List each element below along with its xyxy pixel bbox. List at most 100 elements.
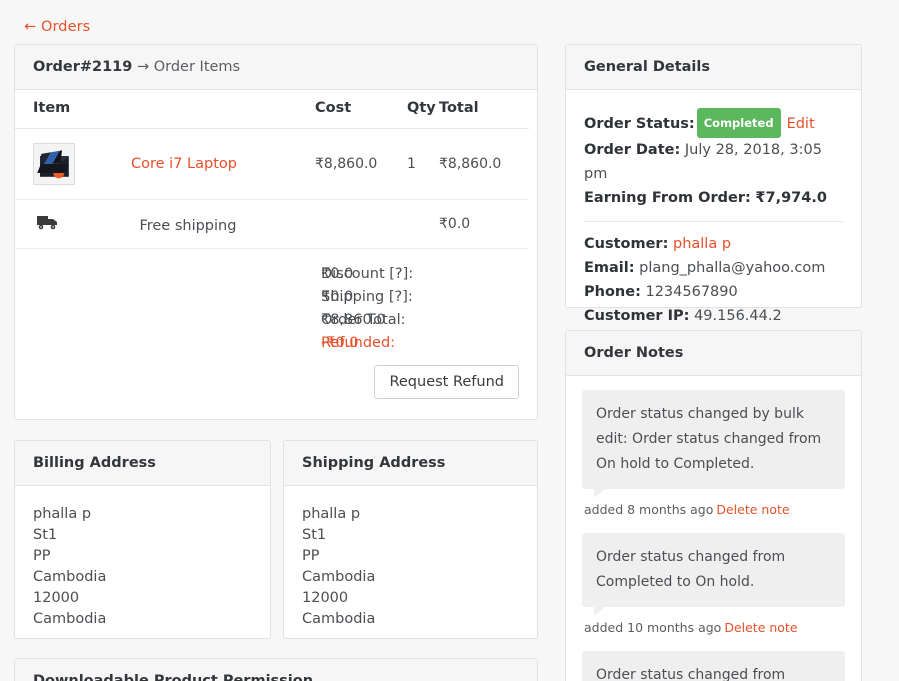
- customer-line: Customer: phalla p: [584, 232, 843, 256]
- customer-name-link[interactable]: phalla p: [673, 236, 731, 252]
- email-line: Email: plang_phalla@yahoo.com: [584, 256, 843, 280]
- product-cost: ₹8,860.0: [315, 128, 407, 200]
- truck-icon: [37, 214, 59, 230]
- downloadable-product-permission-header: Downloadable Product Permission: [15, 659, 537, 681]
- order-total-value: ₹8,860.0: [321, 312, 386, 328]
- shipping-line: PP: [302, 548, 320, 564]
- totals-row-order-total: Order Total: ₹8,860.0: [15, 309, 519, 332]
- note-text: Order status changed by bulk edit: Order…: [582, 390, 845, 498]
- note-meta: added 10 months ago Delete note: [582, 607, 845, 647]
- table-header-row: Item Cost Qty Total: [15, 90, 529, 129]
- note-timestamp: added 8 months ago: [584, 502, 714, 517]
- billing-address-body: phalla p St1 PP Cambodia 12000 Cambodia: [15, 486, 270, 648]
- list-item: Order status changed from Processing to …: [582, 651, 845, 681]
- billing-line: St1: [33, 527, 58, 543]
- general-details-card: General Details Order Status: Completed Ed…: [565, 44, 862, 324]
- order-items-subtitle: Order Items: [153, 59, 241, 75]
- edit-status-link[interactable]: Edit: [787, 116, 815, 132]
- billing-address-card: Billing Address phalla p St1 PP Cambodia…: [14, 440, 271, 639]
- billing-line: 12000: [33, 590, 80, 606]
- order-items-table-body: Core i7 Laptop ₹8,860.0 1 ₹8,860.0 Free …: [15, 128, 529, 249]
- shipping-qty: [407, 199, 439, 249]
- discount-value: ₹0.0: [321, 266, 354, 282]
- note-timestamp: added 10 months ago: [584, 620, 722, 635]
- list-item: Order status changed from Completed to O…: [582, 533, 845, 647]
- delete-note-link[interactable]: Delete note: [716, 502, 789, 517]
- customer-ip-line: Customer IP: 49.156.44.2: [584, 304, 843, 328]
- shipping-line: St1: [302, 527, 327, 543]
- billing-address-header: Billing Address: [15, 441, 270, 486]
- order-date-label: Order Date:: [584, 142, 681, 158]
- product-name-link[interactable]: Core i7 Laptop: [131, 156, 237, 172]
- table-row: Core i7 Laptop ₹8,860.0 1 ₹8,860.0: [15, 128, 529, 200]
- order-status-label: Order Status:: [584, 116, 695, 132]
- order-items-table: Item Cost Qty Total Core i7 Laptop ₹8,86…: [15, 90, 529, 249]
- order-notes-card: Order Notes Order status changed by bulk…: [565, 330, 862, 681]
- general-details-body: Order Status: Completed Edit Order Date: J…: [566, 90, 861, 346]
- order-number: Order#2119: [33, 59, 133, 75]
- product-qty: 1: [407, 128, 439, 200]
- shipping-value: ₹0.0: [321, 289, 354, 305]
- shipping-cell: Free shipping: [15, 199, 315, 249]
- discount-label-wrap: Discount [?]:: [15, 263, 413, 286]
- billing-line: PP: [33, 548, 51, 564]
- order-items-separator: →: [132, 59, 154, 75]
- totals-row-refunded: Refunded: -₹0.0: [15, 332, 519, 355]
- phone-label: Phone:: [584, 284, 641, 300]
- order-notes-header: Order Notes: [566, 331, 861, 376]
- shipping-address-text: phalla p St1 PP Cambodia 12000 Cambodia: [302, 504, 519, 630]
- shipping-line: 12000: [302, 590, 349, 606]
- request-refund-button[interactable]: Request Refund: [374, 365, 519, 399]
- earning-line: Earning From Order: ₹7,974.0: [584, 186, 843, 210]
- shipping-address-header: Shipping Address: [284, 441, 537, 486]
- order-items-header: Order#2119 → Order Items: [15, 45, 537, 90]
- customer-label: Customer:: [584, 236, 669, 252]
- general-details-header: General Details: [566, 45, 861, 90]
- customer-ip-value: 49.156.44.2: [694, 308, 782, 324]
- customer-ip-label: Customer IP:: [584, 308, 690, 324]
- email-label: Email:: [584, 260, 635, 276]
- order-items-body: Item Cost Qty Total Core i7 Laptop ₹8,86…: [15, 90, 537, 355]
- column-header-qty: Qty: [407, 90, 439, 129]
- refunded-value: -₹0.0: [321, 335, 359, 351]
- note-meta: added 8 months ago Delete note: [582, 489, 845, 529]
- product-total: ₹8,860.0: [439, 128, 529, 200]
- totals-row-discount: Discount [?]: ₹0.0: [15, 263, 519, 286]
- general-details-divider: [584, 221, 843, 222]
- earning-value: ₹7,974.0: [755, 190, 827, 206]
- order-items-card: Order#2119 → Order Items Item Cost Qty T…: [14, 44, 538, 420]
- email-value: plang_phalla@yahoo.com: [639, 260, 826, 276]
- shipping-line: Cambodia: [302, 569, 376, 585]
- note-text: Order status changed from Completed to O…: [582, 533, 845, 616]
- list-item: Order status changed by bulk edit: Order…: [582, 390, 845, 529]
- note-text: Order status changed from Processing to …: [582, 651, 845, 681]
- column-header-item: Item: [15, 90, 315, 129]
- product-cell: Core i7 Laptop: [15, 128, 315, 200]
- product-thumbnail-icon: [33, 143, 75, 185]
- order-detail-page: ← Orders Order#2119 → Order Items Item C…: [0, 0, 899, 681]
- delete-note-link[interactable]: Delete note: [724, 620, 797, 635]
- shipping-line: phalla p: [302, 506, 361, 522]
- earning-label: Earning From Order:: [584, 190, 751, 206]
- shipping-line: Cambodia: [302, 611, 376, 627]
- totals-row-shipping: Shipping [?]: ₹0.0: [15, 286, 519, 309]
- shipping-total: ₹0.0: [439, 199, 529, 249]
- shipping-address-card: Shipping Address phalla p St1 PP Cambodi…: [283, 440, 538, 639]
- column-header-total: Total: [439, 90, 529, 129]
- order-items-table-head: Item Cost Qty Total: [15, 90, 529, 129]
- phone-line: Phone: 1234567890: [584, 280, 843, 304]
- order-totals: Discount [?]: ₹0.0 Shipping [?]: ₹0.0 Or…: [15, 263, 519, 355]
- downloadable-product-permission-card: Downloadable Product Permission: [14, 658, 538, 681]
- order-date-line: Order Date: July 28, 2018, 3:05 pm: [584, 138, 843, 186]
- phone-value: 1234567890: [645, 284, 738, 300]
- billing-line: Cambodia: [33, 569, 107, 585]
- order-total-label-wrap: Order Total:: [15, 309, 406, 332]
- shipping-address-body: phalla p St1 PP Cambodia 12000 Cambodia: [284, 486, 537, 648]
- back-to-orders-link[interactable]: ← Orders: [24, 19, 90, 35]
- order-notes-body: Order status changed by bulk edit: Order…: [566, 376, 861, 681]
- shipping-label-wrap: Shipping [?]:: [15, 286, 413, 309]
- billing-line: phalla p: [33, 506, 92, 522]
- product-cell-inner: Core i7 Laptop: [33, 143, 315, 185]
- shipping-method-name: Free shipping: [139, 218, 237, 234]
- column-header-cost: Cost: [315, 90, 407, 129]
